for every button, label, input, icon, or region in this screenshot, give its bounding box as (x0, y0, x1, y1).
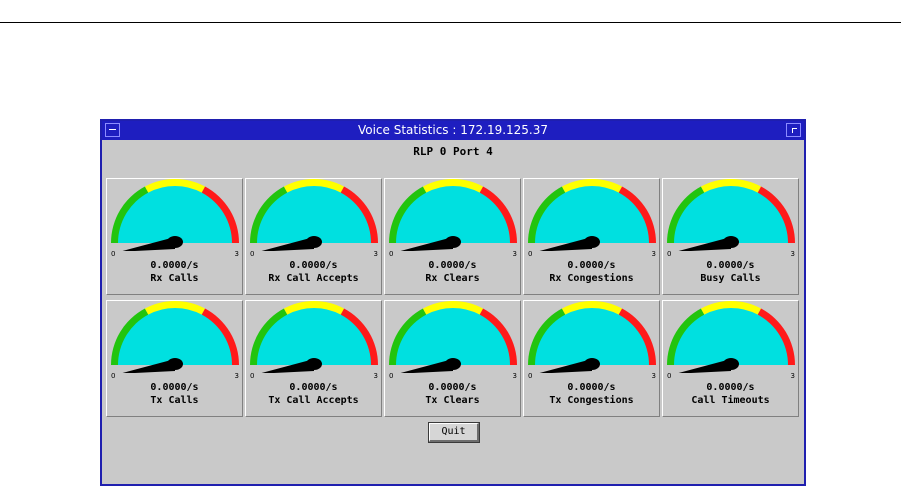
gauge-scale-min: 0 (111, 250, 116, 258)
gauge-label: Rx Clears (425, 273, 480, 284)
gauge-hub (723, 358, 739, 370)
window-maximize-icon[interactable] (786, 123, 801, 137)
gauge-face (393, 305, 513, 365)
gauge-rate: 0.0000/s (289, 260, 338, 271)
gauge-label: Call Timeouts (691, 395, 770, 406)
gauge-rate: 0.0000/s (150, 260, 199, 271)
gauge-hub (167, 358, 183, 370)
gauge-scale-max: 3 (790, 372, 795, 380)
gauge-scale-max: 3 (651, 372, 656, 380)
gauge-scale-max: 3 (373, 372, 378, 380)
gauge-scale-max: 3 (234, 372, 239, 380)
gauge-dial (250, 301, 378, 373)
gauge-rate: 0.0000/s (706, 382, 755, 393)
gauge-panel: 0 3 0.0000/s Tx Congestions (523, 300, 660, 417)
gauge-dial (667, 301, 795, 373)
gauge-face (532, 183, 652, 243)
gauge-label: Rx Call Accepts (268, 273, 359, 284)
top-divider (0, 22, 901, 23)
gauge-scale-min: 0 (667, 250, 672, 258)
gauge-scale-max: 3 (373, 250, 378, 258)
gauge-label: Busy Calls (700, 273, 761, 284)
gauge-hub (445, 236, 461, 248)
gauge-grid: 0 3 0.0000/s Rx Calls 0 3 0.0000/s Rx Call Acce… (106, 178, 799, 417)
gauge-label: Tx Congestions (549, 395, 634, 406)
gauge-scale-min: 0 (528, 372, 533, 380)
gauge-scale-max: 3 (234, 250, 239, 258)
gauge-face (532, 305, 652, 365)
gauge-scale-min: 0 (250, 250, 255, 258)
gauge-scale-max: 3 (651, 250, 656, 258)
voice-statistics-window: Voice Statistics : 172.19.125.37 RLP 0 P… (100, 119, 806, 486)
gauge-dial (111, 179, 239, 251)
gauge-face (671, 305, 791, 365)
gauge-face (115, 305, 235, 365)
gauge-face (254, 305, 374, 365)
gauge-scale-max: 3 (790, 250, 795, 258)
gauge-scale-min: 0 (667, 372, 672, 380)
gauge-scale-min: 0 (389, 372, 394, 380)
window-titlebar[interactable]: Voice Statistics : 172.19.125.37 (102, 121, 804, 140)
gauge-panel: 0 3 0.0000/s Rx Calls (106, 178, 243, 295)
gauge-scale-min: 0 (250, 372, 255, 380)
gauge-dial (667, 179, 795, 251)
gauge-label: Tx Clears (425, 395, 480, 406)
gauge-label: Rx Calls (150, 273, 199, 284)
gauge-scale-max: 3 (512, 250, 517, 258)
port-subtitle: RLP 0 Port 4 (413, 145, 493, 158)
quit-button[interactable]: Quit (428, 422, 480, 443)
gauge-panel: 0 3 0.0000/s Rx Call Accepts (245, 178, 382, 295)
gauge-dial (111, 301, 239, 373)
gauge-rate: 0.0000/s (289, 382, 338, 393)
gauge-face (671, 183, 791, 243)
gauge-scale-max: 3 (512, 372, 517, 380)
gauge-panel: 0 3 0.0000/s Rx Clears (384, 178, 521, 295)
gauge-panel: 0 3 0.0000/s Rx Congestions (523, 178, 660, 295)
gauge-hub (306, 236, 322, 248)
gauge-dial (528, 301, 656, 373)
gauge-panel: 0 3 0.0000/s Tx Calls (106, 300, 243, 417)
gauge-hub (584, 358, 600, 370)
gauge-panel: 0 3 0.0000/s Busy Calls (662, 178, 799, 295)
gauge-face (115, 183, 235, 243)
gauge-hub (306, 358, 322, 370)
gauge-rate: 0.0000/s (567, 382, 616, 393)
gauge-rate: 0.0000/s (567, 260, 616, 271)
gauge-panel: 0 3 0.0000/s Call Timeouts (662, 300, 799, 417)
gauge-panel: 0 3 0.0000/s Tx Call Accepts (245, 300, 382, 417)
gauge-label: Tx Call Accepts (268, 395, 359, 406)
gauge-rate: 0.0000/s (428, 260, 477, 271)
gauge-hub (723, 236, 739, 248)
gauge-panel: 0 3 0.0000/s Tx Clears (384, 300, 521, 417)
gauge-rate: 0.0000/s (428, 382, 477, 393)
gauge-face (254, 183, 374, 243)
gauge-dial (528, 179, 656, 251)
gauge-dial (250, 179, 378, 251)
gauge-scale-min: 0 (111, 372, 116, 380)
gauge-label: Tx Calls (150, 395, 199, 406)
gauge-hub (167, 236, 183, 248)
gauge-label: Rx Congestions (549, 273, 634, 284)
gauge-scale-min: 0 (389, 250, 394, 258)
window-menu-icon[interactable] (105, 123, 120, 137)
gauge-dial (389, 301, 517, 373)
gauge-rate: 0.0000/s (150, 382, 199, 393)
gauge-dial (389, 179, 517, 251)
gauge-scale-min: 0 (528, 250, 533, 258)
gauge-hub (584, 236, 600, 248)
gauge-rate: 0.0000/s (706, 260, 755, 271)
gauge-hub (445, 358, 461, 370)
window-title: Voice Statistics : 172.19.125.37 (357, 123, 549, 137)
gauge-face (393, 183, 513, 243)
